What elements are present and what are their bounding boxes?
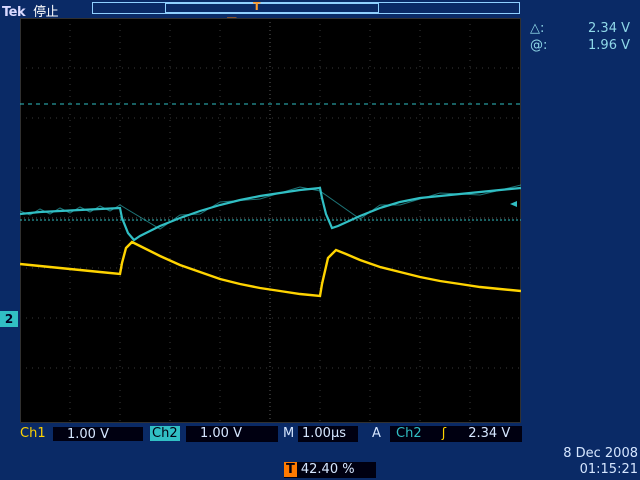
trigger-position-marker: T [253, 0, 261, 13]
cursor-arrow-icon[interactable] [510, 201, 517, 207]
datetime: 8 Dec 2008 01:15:21 [548, 446, 638, 478]
cursor-readout: △: 2.34 V @: 1.96 V [530, 20, 630, 54]
trigger-level[interactable]: 2.34 V [468, 426, 510, 441]
at-symbol: @: [530, 38, 548, 53]
at-readout-row: @: 1.96 V [530, 37, 630, 54]
trigger-position-icon: T [284, 462, 297, 477]
date-text: 8 Dec 2008 [563, 446, 638, 461]
waveform-svg [20, 18, 521, 423]
top-status-bar: Tek 停止 T [0, 0, 640, 20]
waveform-display[interactable] [20, 18, 521, 423]
trigger-slope-icon[interactable]: ʃ [442, 426, 446, 441]
ch2-ground-marker[interactable]: 2 [0, 311, 18, 327]
trigger-a-label: A [372, 426, 381, 441]
time-text: 01:15:21 [579, 462, 638, 477]
channel-status-strip: Ch1 1.00 V Ch2 1.00 V M 1.00µs A Ch2 ʃ 2… [0, 424, 640, 444]
trigger-position-value: 42.40 % [300, 462, 355, 477]
record-length-bar[interactable]: T [92, 0, 520, 14]
ch1-scale[interactable]: 1.00 V [52, 426, 144, 442]
ch2-scale[interactable]: 1.00 V [186, 426, 278, 442]
display-window-indicator[interactable] [165, 3, 379, 13]
at-value: 1.96 V [588, 38, 630, 53]
horizontal-label: M [283, 426, 295, 441]
ch2-label[interactable]: Ch2 [150, 426, 180, 441]
ch1-label[interactable]: Ch1 [20, 426, 46, 441]
trigger-settings[interactable]: Ch2 ʃ 2.34 V [390, 426, 522, 442]
horizontal-scale[interactable]: 1.00µs [298, 426, 358, 442]
delta-value: 2.34 V [588, 21, 630, 36]
trigger-source[interactable]: Ch2 [396, 426, 422, 441]
delta-readout-row: △: 2.34 V [530, 20, 630, 37]
delta-symbol: △: [530, 21, 545, 36]
trigger-position[interactable]: T 42.40 % [284, 462, 376, 478]
